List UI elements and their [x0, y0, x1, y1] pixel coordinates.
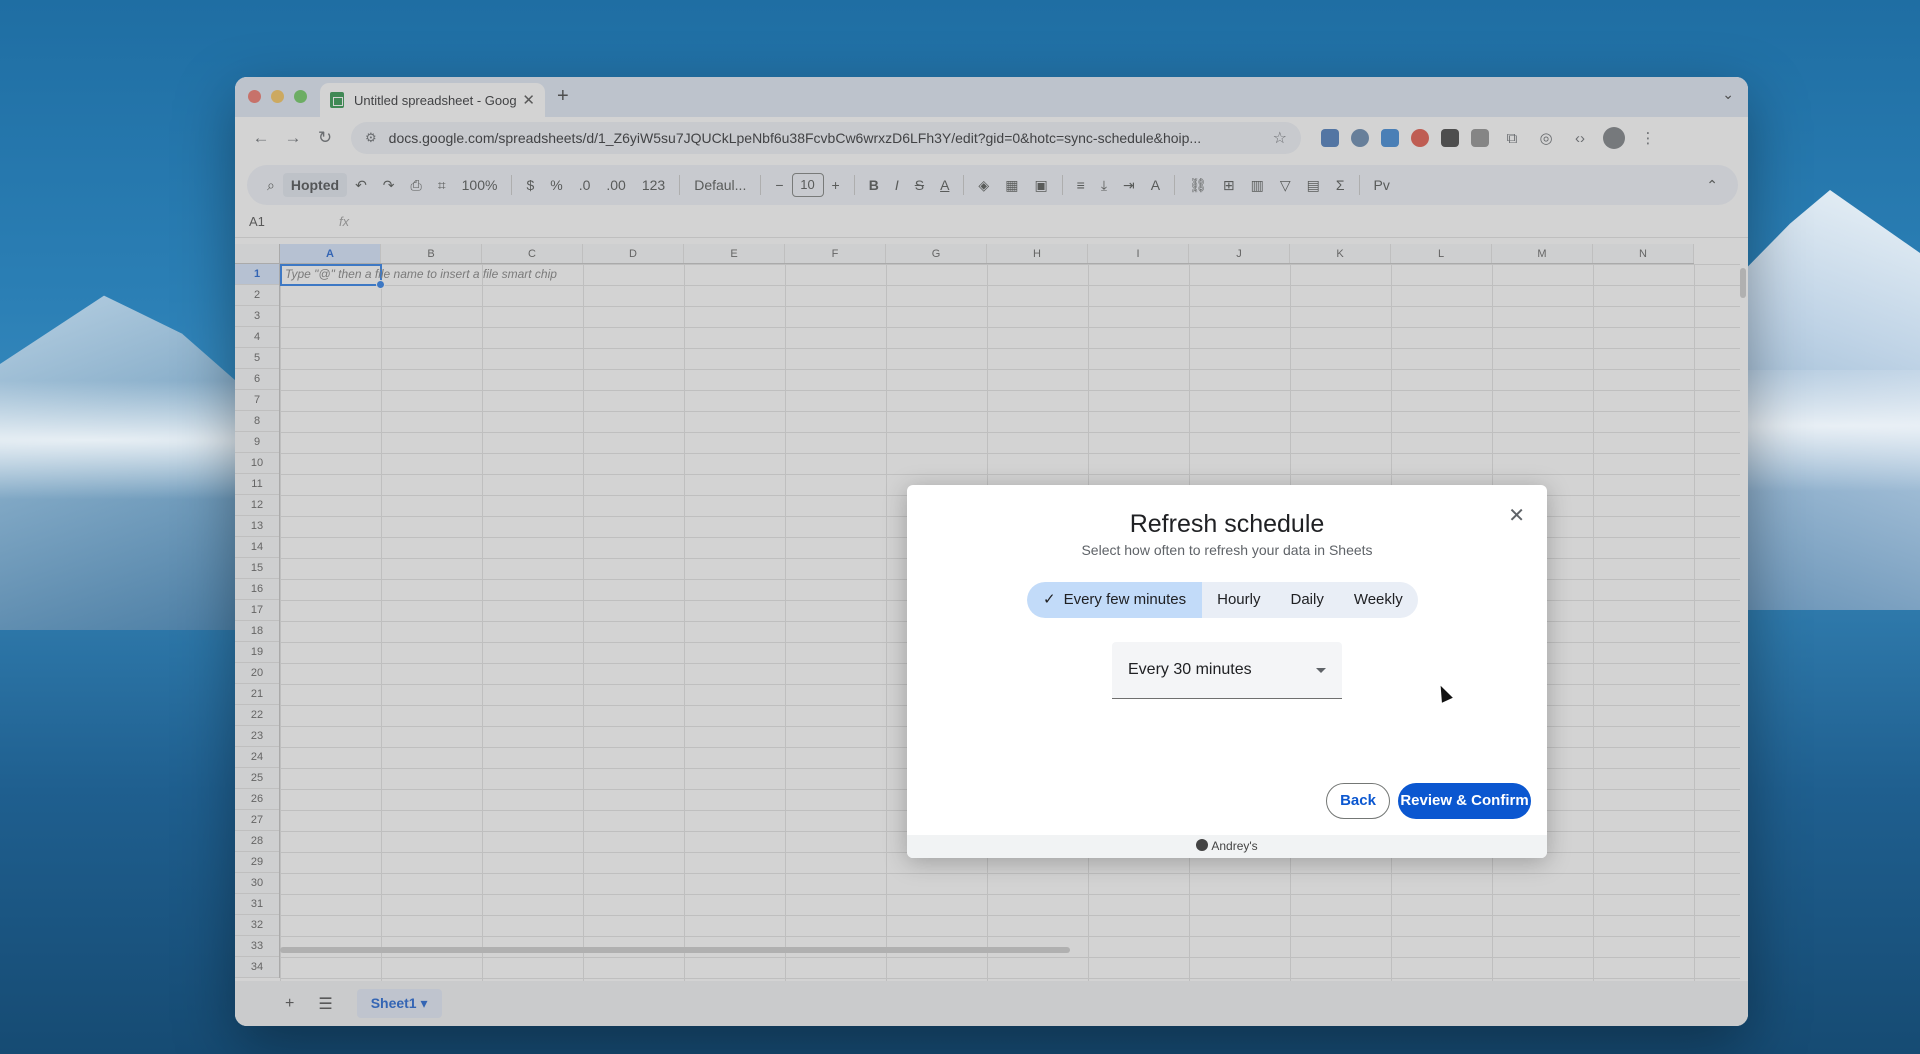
segment-weekly[interactable]: Weekly	[1339, 582, 1418, 618]
dialog-subtitle: Select how often to refresh your data in…	[1081, 542, 1373, 558]
check-icon: ✓	[1043, 591, 1056, 608]
segment-daily[interactable]: Daily	[1275, 582, 1338, 618]
interval-select[interactable]: Every 30 minutes	[1112, 642, 1342, 699]
refresh-schedule-dialog: ✕ Refresh schedule Select how often to r…	[907, 485, 1547, 858]
dropdown-caret-icon	[1316, 667, 1326, 673]
segment-label: Every few minutes	[1063, 591, 1187, 608]
interval-select-value: Every 30 minutes	[1128, 661, 1252, 678]
review-confirm-button[interactable]: Review & Confirm	[1398, 783, 1531, 819]
dialog-footer: Andrey's	[907, 835, 1547, 858]
browser-window: Untitled spreadsheet - Googl ✕ + ⌄ ← → ↻…	[235, 77, 1748, 1026]
frequency-segmented-control: ✓ Every few minutes Hourly Daily Weekly	[1027, 582, 1418, 618]
segment-hourly[interactable]: Hourly	[1202, 582, 1275, 618]
segment-every-few-minutes[interactable]: ✓ Every few minutes	[1027, 582, 1203, 618]
footer-text: Andrey's	[1211, 839, 1258, 853]
back-button[interactable]: Back	[1326, 783, 1390, 819]
dialog-title: Refresh schedule	[1129, 510, 1325, 538]
addon-logo-icon	[1196, 839, 1209, 851]
